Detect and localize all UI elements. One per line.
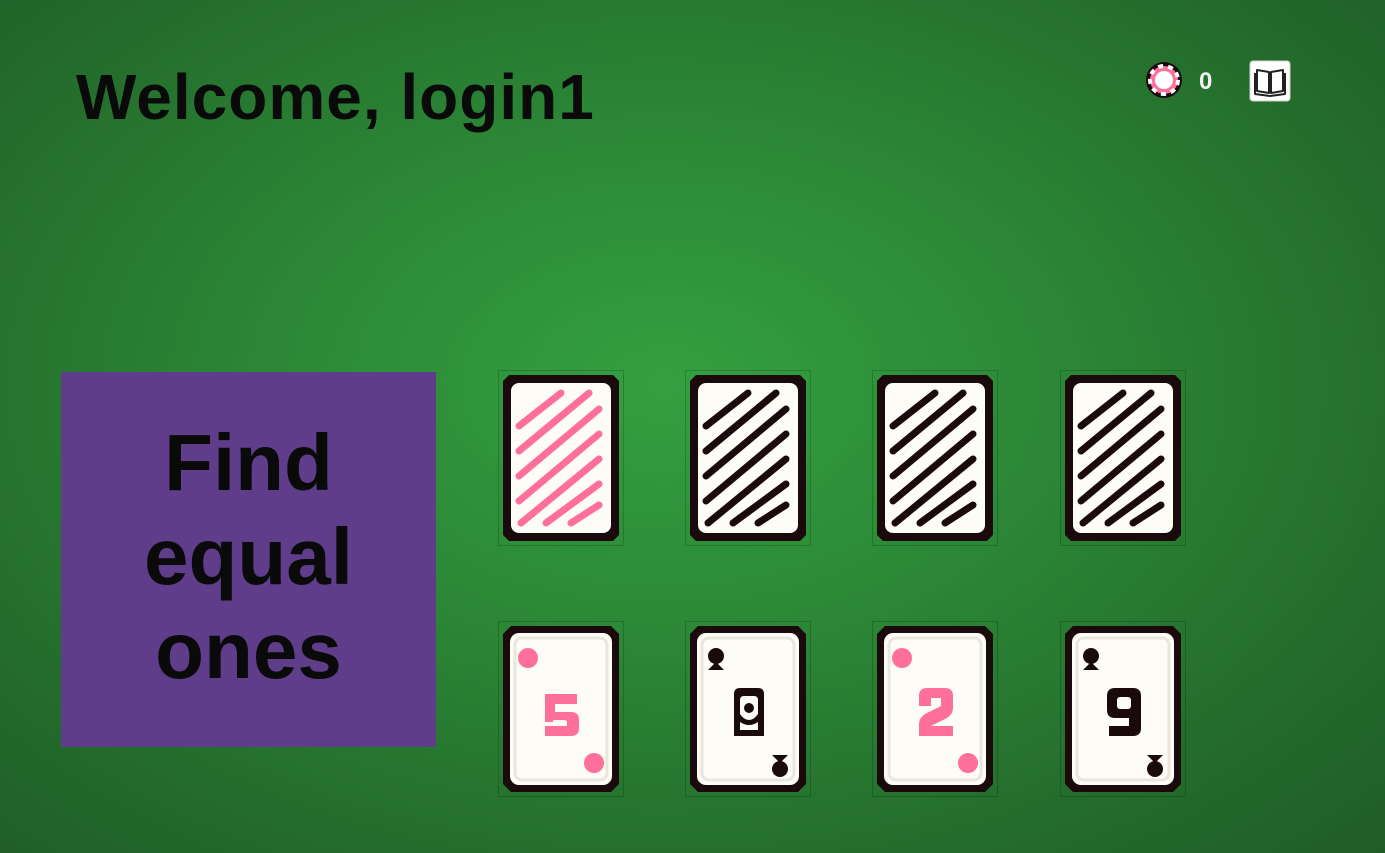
task-instruction: Find equal ones xyxy=(144,417,353,695)
book-icon[interactable] xyxy=(1249,60,1291,102)
card-back-black[interactable] xyxy=(1060,370,1186,546)
task-panel: Find equal ones xyxy=(61,372,436,747)
diamond-suit-icon xyxy=(584,753,604,773)
card-nine-of-spades[interactable] xyxy=(1060,621,1186,797)
poker-chip-icon xyxy=(1145,61,1183,99)
card-two-of-diamonds[interactable] xyxy=(872,621,998,797)
diamond-suit-icon xyxy=(958,753,978,773)
coin-count: 0 xyxy=(1199,68,1213,95)
card-ace-of-spades[interactable] xyxy=(685,621,811,797)
card-back-black[interactable] xyxy=(685,370,811,546)
card-back-black[interactable] xyxy=(872,370,998,546)
card-back-pink[interactable] xyxy=(498,370,624,546)
diamond-suit-icon xyxy=(518,648,538,668)
card-five-of-diamonds[interactable] xyxy=(498,621,624,797)
welcome-heading: Welcome, login1 xyxy=(76,61,595,133)
diamond-suit-icon xyxy=(892,648,912,668)
